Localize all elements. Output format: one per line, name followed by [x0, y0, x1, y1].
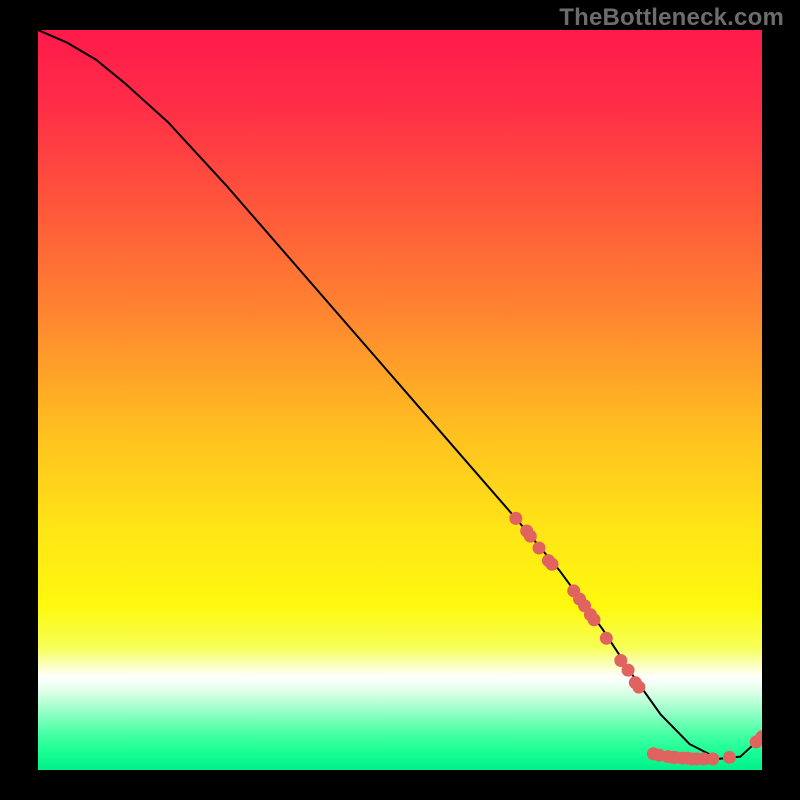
- bottleneck-chart: [0, 0, 800, 800]
- scatter-point: [533, 542, 546, 555]
- scatter-point: [546, 558, 559, 571]
- scatter-point: [632, 681, 645, 694]
- chart-frame: TheBottleneck.com: [0, 0, 800, 800]
- watermark-label: TheBottleneck.com: [559, 4, 784, 32]
- scatter-point: [588, 613, 601, 626]
- scatter-point: [600, 632, 613, 645]
- plot-area: [38, 30, 769, 770]
- scatter-point: [622, 664, 635, 677]
- scatter-point: [524, 530, 537, 543]
- scatter-point: [509, 512, 522, 525]
- gradient-background: [38, 30, 762, 770]
- scatter-point: [723, 751, 736, 764]
- scatter-point: [706, 752, 719, 765]
- scatter-point: [756, 730, 769, 743]
